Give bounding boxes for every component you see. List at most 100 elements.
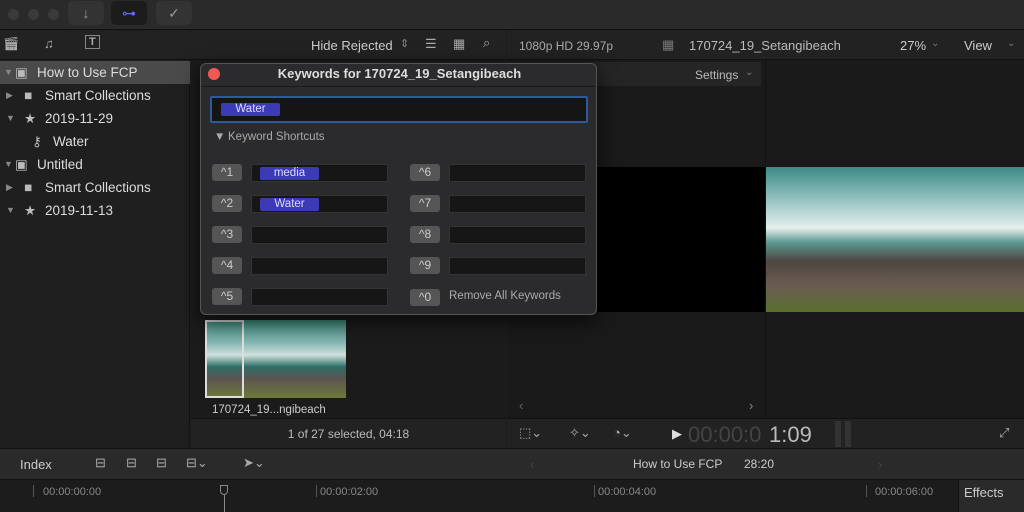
enhance-icon[interactable]: ✧⌄ bbox=[569, 425, 591, 441]
fullscreen-icon[interactable]: ⤢ bbox=[999, 425, 1009, 441]
keyword-tag[interactable]: Water bbox=[260, 198, 319, 211]
keyword-tag[interactable]: media bbox=[260, 167, 319, 180]
retime-icon[interactable]: ◔⌄ bbox=[613, 425, 632, 441]
viewer-controls: ⬚⌄ ✧⌄ ◔⌄ ▶ 00:00:0 1:09 ⤢ bbox=[507, 418, 1024, 448]
sidebar-item-label: Water bbox=[53, 134, 89, 149]
shortcut-field[interactable] bbox=[251, 288, 388, 306]
format-label: 1080p HD 29.97p bbox=[519, 39, 614, 53]
sidebar-item-keyword[interactable]: ⚷ Water bbox=[0, 130, 190, 153]
timeline-ruler[interactable]: 00:00:00:00 00:00:02:00 00:00:04:00 00:0… bbox=[0, 480, 958, 512]
libraries-icon[interactable]: 🎬︎ bbox=[3, 36, 20, 52]
shortcut-key: ^9 bbox=[410, 257, 440, 274]
insert-clip-icon[interactable]: ⊟ bbox=[126, 455, 137, 471]
minimize-window-button[interactable] bbox=[28, 9, 39, 20]
connect-clip-icon[interactable]: ⊟ bbox=[95, 455, 106, 471]
shortcut-field[interactable] bbox=[449, 226, 586, 244]
viewer-header: 1080p HD 29.97p ▦ 170724_19_Setangibeach… bbox=[507, 31, 1024, 60]
shortcut-key: ^3 bbox=[212, 226, 242, 243]
library-icon: ▣ bbox=[15, 65, 28, 80]
sidebar-item-folder[interactable]: ▶ ■ Smart Collections bbox=[0, 84, 190, 107]
selection-range[interactable] bbox=[205, 320, 244, 398]
keyword-tag[interactable]: Water bbox=[221, 103, 280, 116]
keyword-input[interactable]: Water bbox=[210, 96, 588, 123]
chevron-down-icon: ⌄ bbox=[1007, 38, 1016, 49]
overwrite-clip-icon[interactable]: ⊟⌄ bbox=[186, 455, 208, 471]
sidebar-item-folder[interactable]: ▶ ■ Smart Collections bbox=[0, 176, 190, 199]
stepper-icon: ⇕ bbox=[400, 38, 410, 50]
chevron-right-icon[interactable]: › bbox=[749, 398, 753, 413]
shortcut-field[interactable] bbox=[449, 164, 586, 182]
keyword-icon[interactable]: ⊶ bbox=[111, 1, 147, 25]
shortcut-key: ^5 bbox=[212, 288, 242, 305]
sidebar-item-label: Smart Collections bbox=[45, 88, 151, 103]
titles-generators-icon[interactable]: T bbox=[85, 35, 100, 49]
shortcut-field[interactable]: media bbox=[251, 164, 388, 182]
sidebar-item-label: Smart Collections bbox=[45, 180, 151, 195]
sidebar-item-library[interactable]: ▼ ▣ Untitled bbox=[0, 153, 190, 176]
ruler-label: 00:00:06:00 bbox=[875, 486, 934, 498]
shortcut-key: ^2 bbox=[212, 195, 242, 212]
shortcut-field[interactable] bbox=[251, 257, 388, 275]
sidebar-item-label: Untitled bbox=[37, 157, 83, 172]
timeline-toolbar: Index ⊟ ⊟ ⊟ ⊟⌄ ➤⌄ ‹ How to Use FCP 28:20… bbox=[0, 448, 1024, 480]
close-window-button[interactable] bbox=[8, 9, 19, 20]
view-dropdown[interactable]: View bbox=[964, 38, 992, 53]
shortcut-field[interactable] bbox=[251, 226, 388, 244]
settings-dropdown[interactable]: Settings bbox=[695, 68, 738, 82]
effects-label[interactable]: Effects bbox=[964, 485, 1004, 500]
filter-dropdown[interactable]: Hide Rejected bbox=[311, 38, 393, 53]
disclosure-triangle[interactable]: ▼ bbox=[214, 131, 225, 143]
transform-icon[interactable]: ⬚⌄ bbox=[519, 425, 542, 441]
shortcut-field[interactable]: Water bbox=[251, 195, 388, 213]
effects-browser: Effects bbox=[958, 480, 1024, 512]
sidebar-item-event[interactable]: ▼ ★ 2019-11-13 bbox=[0, 199, 190, 222]
browser-header: 🎬︎ ♫ T Hide Rejected ⇕ ☰ ▦ ⌕ bbox=[0, 31, 506, 60]
event-star-icon: ★ bbox=[24, 111, 37, 126]
sidebar-item-library[interactable]: ▼ ▣ How to Use FCP bbox=[0, 61, 190, 84]
sidebar-item-label: How to Use FCP bbox=[37, 65, 138, 80]
shortcut-key: ^7 bbox=[410, 195, 440, 212]
photos-audio-icon[interactable]: ♫ bbox=[44, 36, 54, 51]
shortcut-key: ^4 bbox=[212, 257, 242, 274]
ruler-label: 00:00:04:00 bbox=[598, 486, 657, 498]
chevron-left-icon[interactable]: ‹ bbox=[530, 457, 534, 472]
video-frame bbox=[766, 167, 1024, 312]
keywords-dialog: Keywords for 170724_19_Setangibeach Wate… bbox=[200, 63, 597, 315]
audio-meter bbox=[845, 421, 851, 447]
remove-all-keywords[interactable]: Remove All Keywords bbox=[449, 290, 561, 302]
background-tasks-icon[interactable]: ✓ bbox=[156, 1, 192, 25]
library-icon: ▣ bbox=[15, 157, 28, 172]
sidebar-item-event[interactable]: ▼ ★ 2019-11-29 bbox=[0, 107, 190, 130]
play-icon[interactable]: ▶ bbox=[672, 426, 682, 442]
zoom-window-button[interactable] bbox=[48, 9, 59, 20]
append-clip-icon[interactable]: ⊟ bbox=[156, 455, 167, 471]
ruler-label: 00:00:00:00 bbox=[43, 486, 102, 498]
project-name: How to Use FCP bbox=[633, 457, 723, 471]
folder-icon: ■ bbox=[24, 88, 33, 103]
search-icon[interactable]: ⌕ bbox=[483, 35, 490, 51]
clip-appearance-icon[interactable]: ☰ bbox=[425, 36, 437, 52]
browser-status: 1 of 27 selected, 04:18 bbox=[191, 418, 506, 448]
section-label: Keyword Shortcuts bbox=[228, 131, 325, 143]
shortcut-key: ^6 bbox=[410, 164, 440, 181]
select-tool-icon[interactable]: ➤⌄ bbox=[243, 455, 265, 471]
ruler-label: 00:00:02:00 bbox=[320, 486, 379, 498]
libraries-sidebar: ▼ ▣ How to Use FCP ▶ ■ Smart Collections ▼ ★ 2… bbox=[0, 60, 190, 448]
timecode-dim: 00:00:0 bbox=[688, 422, 762, 447]
timecode: 1:09 bbox=[769, 422, 812, 447]
playhead[interactable] bbox=[220, 485, 228, 495]
index-button[interactable]: Index bbox=[20, 457, 52, 472]
chevron-down-icon: ⌄ bbox=[745, 67, 754, 78]
import-icon[interactable]: ↓ bbox=[68, 1, 104, 25]
filmstrip-icon[interactable]: ▦ bbox=[453, 36, 465, 52]
chevron-right-icon[interactable]: › bbox=[878, 457, 882, 472]
shortcut-key: ^0 bbox=[410, 289, 440, 306]
shortcut-field[interactable] bbox=[449, 195, 586, 213]
canvas-black bbox=[597, 167, 765, 312]
shortcut-key: ^8 bbox=[410, 226, 440, 243]
chevron-left-icon[interactable]: ‹ bbox=[519, 398, 523, 413]
dialog-title: Keywords for 170724_19_Setangibeach bbox=[277, 66, 522, 81]
zoom-dropdown[interactable]: 27% bbox=[900, 38, 926, 53]
keyword-icon: ⚷ bbox=[32, 134, 42, 149]
shortcut-field[interactable] bbox=[449, 257, 586, 275]
